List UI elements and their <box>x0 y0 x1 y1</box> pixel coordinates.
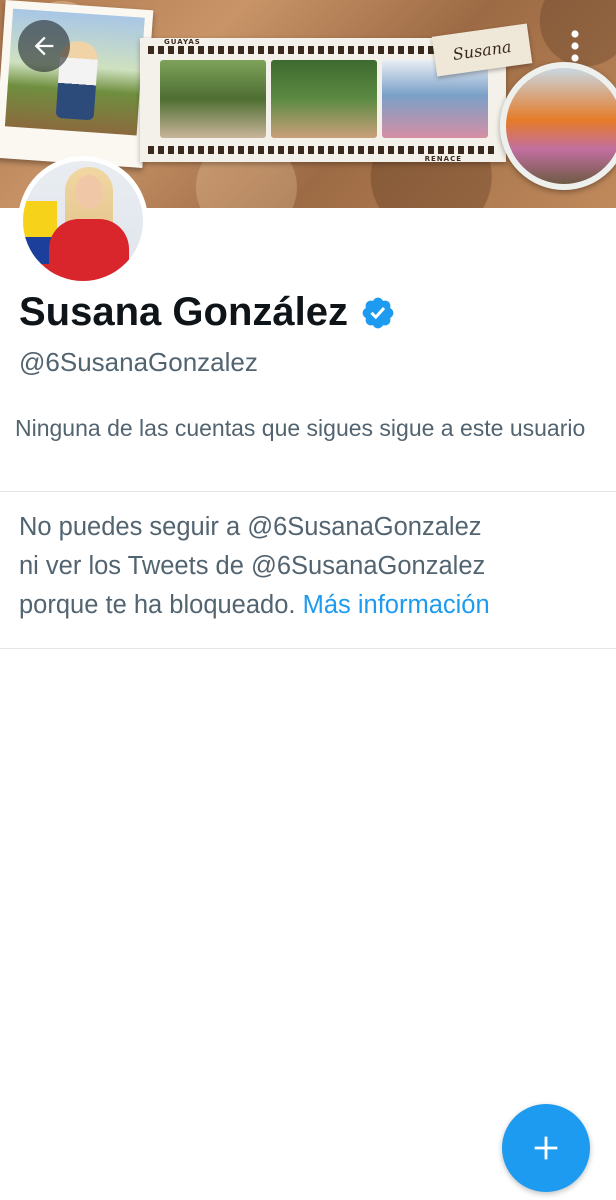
plus-icon <box>534 1136 558 1160</box>
film-frame <box>382 60 488 138</box>
avatar-face <box>75 175 103 209</box>
followers-you-know-text: Ninguna de las cuentas que sigues sigue … <box>15 415 586 441</box>
more-vertical-icon <box>571 30 579 62</box>
banner-label-bottom: RENACE <box>424 155 462 163</box>
divider <box>0 648 616 649</box>
blocked-line-3-text: porque te ha bloqueado. <box>19 591 296 619</box>
blocked-line-3: porque te ha bloqueado. Más información <box>19 586 604 625</box>
profile-name-row: Susana González <box>19 290 396 335</box>
more-info-link[interactable]: Más información <box>303 591 490 619</box>
film-frame <box>271 60 377 138</box>
blocked-line-2: ni ver los Tweets de @6SusanaGonzalez <box>19 552 486 580</box>
blocked-line-1: No puedes seguir a @6SusanaGonzalez <box>19 513 482 541</box>
banner-circle-photo <box>500 62 616 190</box>
back-button[interactable] <box>18 20 70 72</box>
compose-tweet-button[interactable] <box>502 1104 590 1192</box>
avatar[interactable] <box>18 156 148 286</box>
arrow-left-icon <box>34 36 54 56</box>
blocked-message: No puedes seguir a @6SusanaGonzalez ni v… <box>19 508 604 625</box>
film-holes-bottom <box>148 146 498 154</box>
display-name: Susana González <box>19 290 348 334</box>
divider <box>0 491 616 492</box>
banner-polaroid-photo <box>0 0 154 168</box>
banner-name-tag-text: Susana <box>451 36 513 64</box>
film-frame <box>160 60 266 138</box>
profile-handle: @6SusanaGonzalez <box>19 347 258 377</box>
banner-label-top: GUAYAS <box>164 38 201 46</box>
more-options-button[interactable] <box>553 20 597 72</box>
avatar-dress <box>49 219 129 281</box>
verified-badge-icon[interactable] <box>360 295 396 331</box>
